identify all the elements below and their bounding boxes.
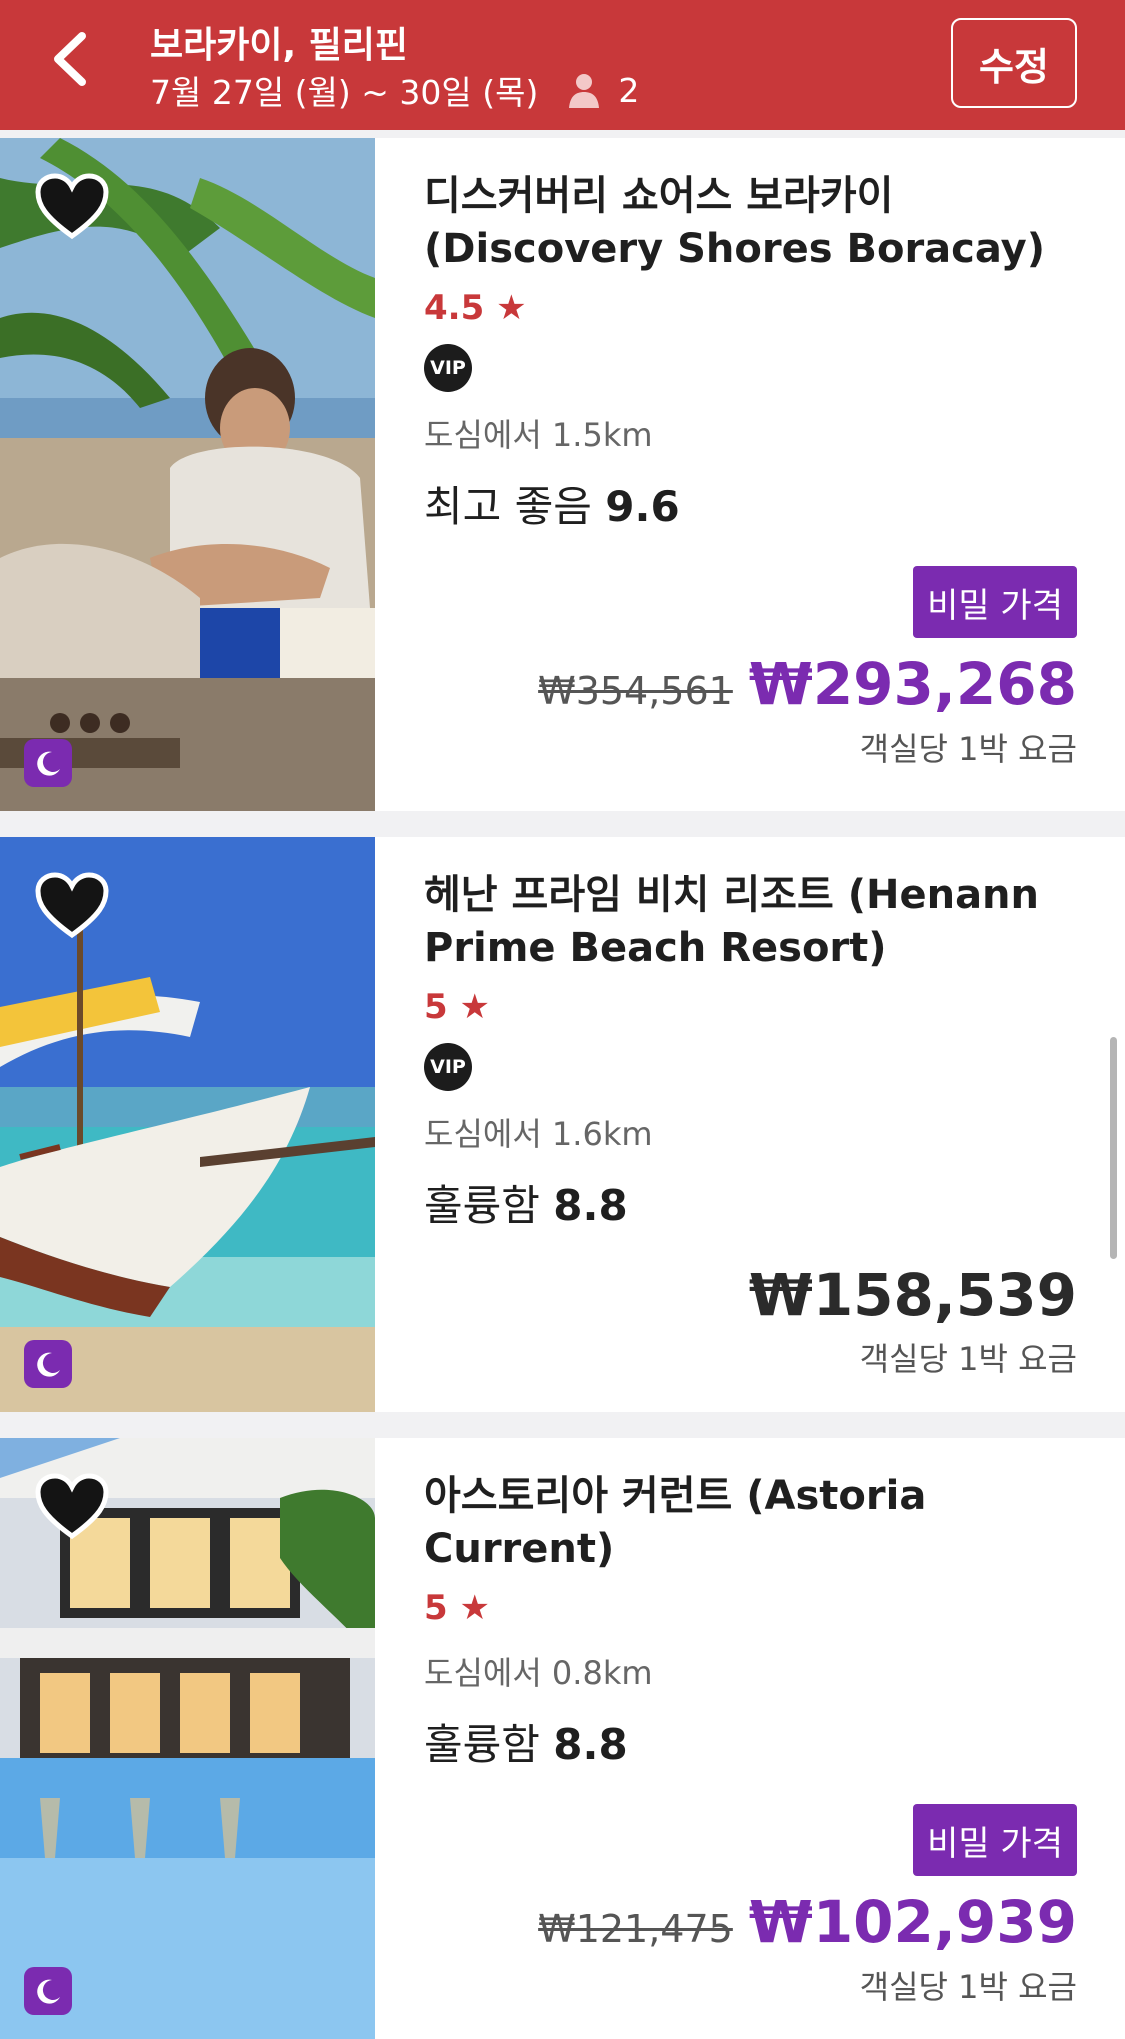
vip-badge: VIP	[424, 1043, 472, 1091]
star-rating: 4.5 ★	[424, 288, 527, 328]
price-row: ₩354,561 ₩293,268	[538, 650, 1077, 718]
moon-badge-icon	[24, 1340, 72, 1388]
hotel-info: 디스커버리 쇼어스 보라카이 (Discovery Shores Boracay…	[424, 138, 1077, 811]
price-row: ₩121,475 ₩102,939	[538, 1888, 1077, 1956]
hotel-photo[interactable]	[0, 837, 375, 1412]
hotel-name[interactable]: 헤난 프라임 비치 리조트 (Henann Prime Beach Resort…	[424, 869, 1084, 975]
review-score: 훌륭함 8.8	[424, 1720, 628, 1769]
favorite-heart-icon[interactable]	[34, 1472, 110, 1542]
secret-price-badge: 비밀 가격	[913, 1804, 1077, 1876]
star-rating: 5 ★	[424, 1588, 490, 1628]
hotel-name[interactable]: 디스커버리 쇼어스 보라카이 (Discovery Shores Boracay…	[424, 170, 1084, 276]
date-range: 7월 27일 (월) ~ 30일 (목)	[150, 73, 539, 112]
distance-text: 도심에서 1.6km	[424, 1115, 653, 1153]
scrollbar[interactable]	[1110, 1037, 1117, 1259]
secret-price-badge: 비밀 가격	[913, 566, 1077, 638]
search-summary: 7월 27일 (월) ~ 30일 (목) 2	[150, 66, 639, 114]
price-note: 객실당 1박 요금	[859, 730, 1077, 768]
favorite-heart-icon[interactable]	[34, 871, 110, 941]
star-icon: ★	[459, 987, 490, 1027]
moon-badge-icon	[24, 1967, 72, 2015]
vip-badge: VIP	[424, 344, 472, 392]
original-price: ₩354,561	[538, 669, 733, 713]
hotel-info: 아스토리아 커런트 (Astoria Current) 5 ★ 도심에서 0.8…	[424, 1438, 1077, 2039]
hotel-card[interactable]: 디스커버리 쇼어스 보라카이 (Discovery Shores Boracay…	[0, 138, 1125, 811]
current-price: ₩102,939	[748, 1888, 1077, 1956]
price-row: ₩158,539	[749, 1261, 1077, 1329]
current-price: ₩293,268	[748, 650, 1077, 718]
moon-badge-icon	[24, 739, 72, 787]
distance-text: 도심에서 0.8km	[424, 1654, 653, 1692]
review-score: 훌륭함 8.8	[424, 1181, 628, 1230]
price-note: 객실당 1박 요금	[859, 1968, 1077, 2006]
hotel-photo[interactable]	[0, 138, 375, 811]
hotel-card[interactable]: 헤난 프라임 비치 리조트 (Henann Prime Beach Resort…	[0, 837, 1125, 1412]
favorite-heart-icon[interactable]	[34, 172, 110, 242]
chevron-left-icon	[54, 32, 86, 86]
hotel-info: 헤난 프라임 비치 리조트 (Henann Prime Beach Resort…	[424, 837, 1077, 1412]
current-price: ₩158,539	[748, 1261, 1077, 1329]
price-note: 객실당 1박 요금	[859, 1340, 1077, 1378]
hotel-name[interactable]: 아스토리아 커런트 (Astoria Current)	[424, 1470, 1084, 1576]
hotel-photo[interactable]	[0, 1438, 375, 2039]
star-icon: ★	[496, 288, 527, 328]
review-score: 최고 좋음 9.6	[424, 482, 680, 531]
edit-search-button[interactable]: 수정	[951, 18, 1077, 108]
distance-text: 도심에서 1.5km	[424, 416, 653, 454]
back-button[interactable]	[38, 24, 108, 94]
hotel-card[interactable]: 아스토리아 커런트 (Astoria Current) 5 ★ 도심에서 0.8…	[0, 1438, 1125, 2039]
star-icon: ★	[459, 1588, 490, 1628]
original-price: ₩121,475	[538, 1907, 733, 1951]
person-icon	[564, 70, 604, 110]
star-rating: 5 ★	[424, 987, 490, 1027]
app-header: 보라카이, 필리핀 7월 27일 (월) ~ 30일 (목) 2 수정	[0, 0, 1125, 130]
guest-count: 2	[618, 70, 640, 110]
destination-title: 보라카이, 필리핀	[150, 25, 409, 66]
